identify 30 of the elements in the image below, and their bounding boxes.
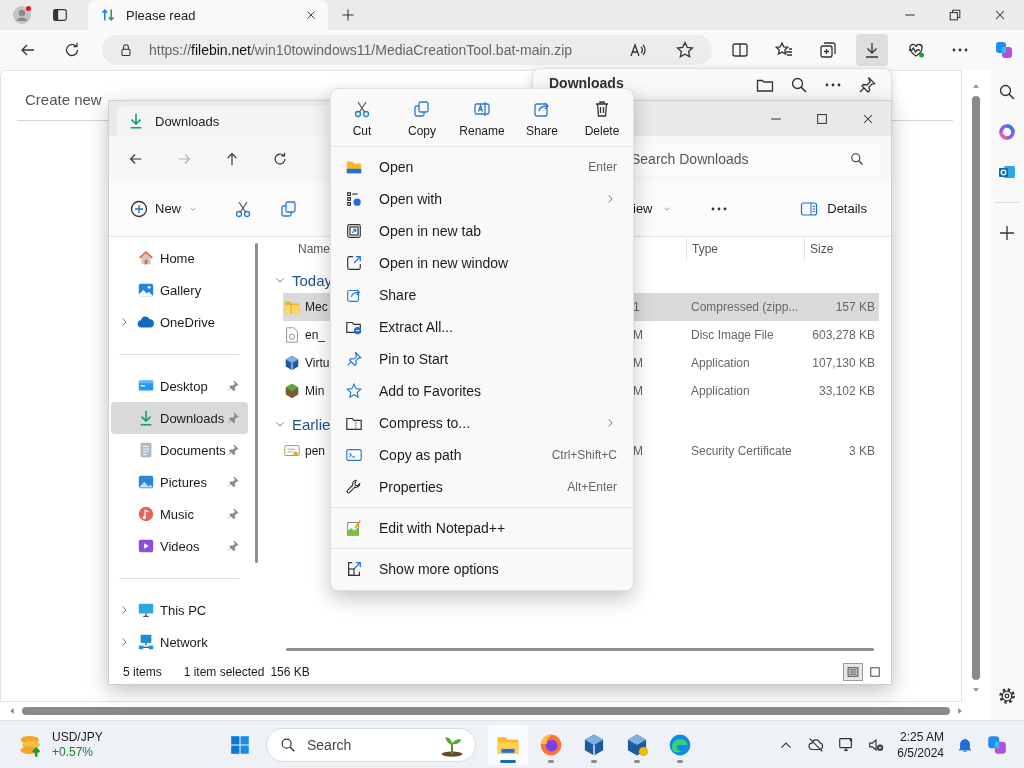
file-date: M xyxy=(633,328,644,342)
file-name: Mec xyxy=(305,300,328,314)
file-size: 3 KB xyxy=(848,444,876,458)
file-date: 1 xyxy=(633,300,641,314)
file-type: Disc Image File xyxy=(690,328,775,342)
url-text: https://filebin.net/win10towindows11/MediaCreationTool.bat-main.zip xyxy=(149,42,573,58)
file-type: Compressed (zipp... xyxy=(690,300,800,314)
file-name: Virtu xyxy=(305,356,330,370)
file-type: Application xyxy=(690,356,751,370)
shortcut-text: Ctrl+Shift+C xyxy=(551,448,617,462)
file-size: 107,130 KB xyxy=(811,356,876,370)
shortcut-text: Alt+Enter xyxy=(567,480,617,494)
selection-count: 1 item selected xyxy=(183,665,265,679)
file-name: en_ xyxy=(305,328,326,342)
selection-size: 156 KB xyxy=(270,665,310,679)
widget-value: +0.57% xyxy=(52,744,95,760)
item-count: 5 items xyxy=(123,665,162,679)
file-name: pen xyxy=(305,444,326,458)
file-type: Application xyxy=(690,384,751,398)
file-size: 33,102 KB xyxy=(817,384,876,398)
panel-title: Downloads xyxy=(549,75,625,91)
file-date: M xyxy=(633,356,644,370)
file-type: Security Certificate xyxy=(690,444,793,458)
file-date: M xyxy=(633,384,644,398)
file-size: 603,278 KB xyxy=(811,328,876,342)
file-size: 157 KB xyxy=(834,300,876,314)
widget-title: USD/JPY xyxy=(52,729,103,745)
file-date: M xyxy=(633,444,644,458)
file-name: Min xyxy=(305,384,325,398)
shortcut-text: Enter xyxy=(588,160,617,174)
